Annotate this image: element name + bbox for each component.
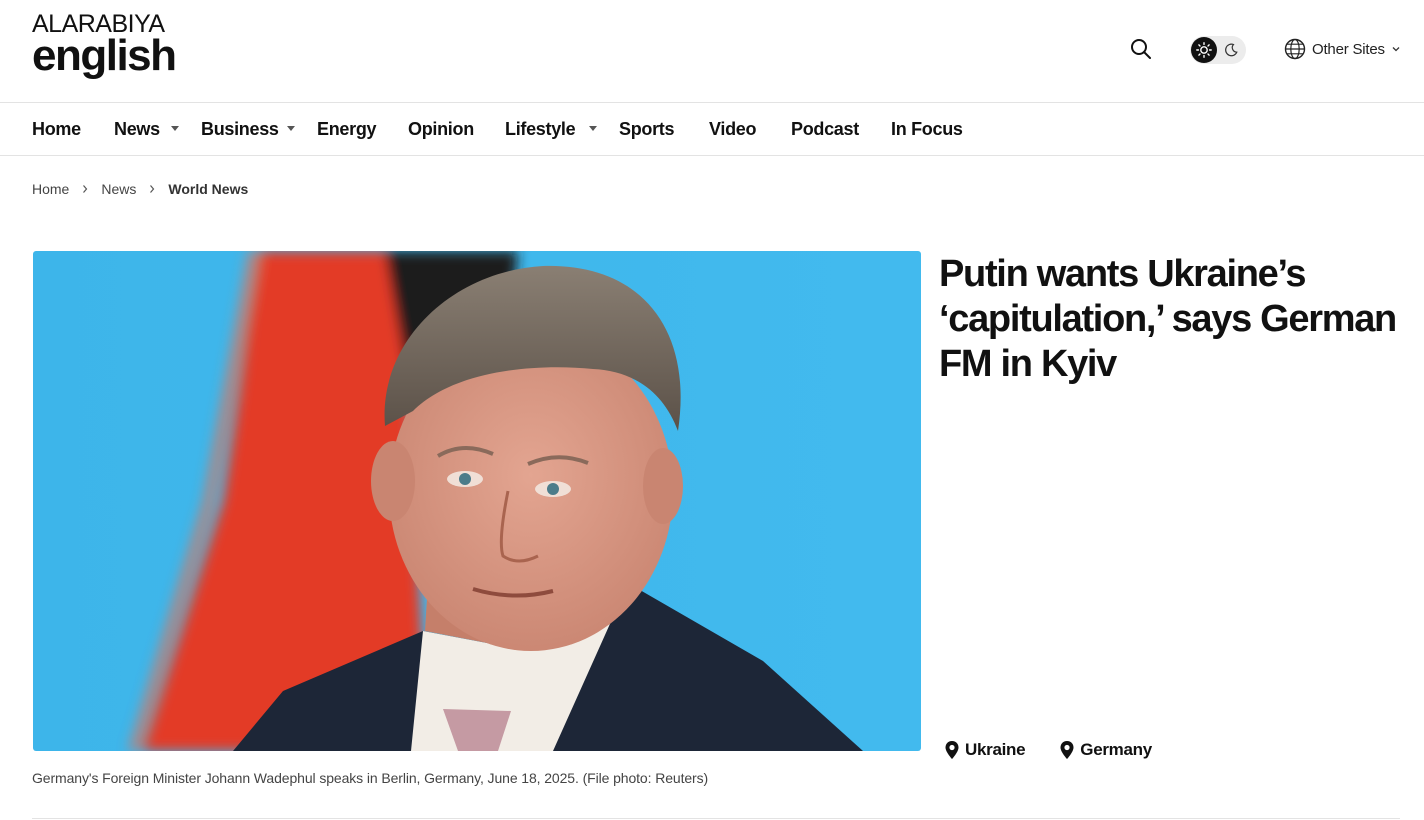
- lifestyle-dropdown-caret-icon[interactable]: [589, 126, 597, 131]
- location-pin-icon: [1059, 740, 1075, 760]
- nav-item-lifestyle[interactable]: Lifestyle: [505, 103, 576, 155]
- site-header: ALARABIYA english Other Sites: [0, 0, 1424, 103]
- breadcrumb-world-news[interactable]: World News: [168, 181, 248, 197]
- tag-germany[interactable]: Germany: [1059, 740, 1152, 760]
- other-sites-label: Other Sites: [1312, 40, 1385, 58]
- section-divider: [32, 818, 1400, 819]
- location-pin-icon: [944, 740, 960, 760]
- site-logo[interactable]: ALARABIYA english: [32, 12, 177, 80]
- nav-item-news[interactable]: News: [114, 103, 160, 155]
- logo-bottom-text: english: [32, 31, 177, 80]
- chevron-right-icon: [148, 184, 156, 194]
- nav-item-podcast[interactable]: Podcast: [791, 103, 859, 155]
- breadcrumb-news[interactable]: News: [101, 181, 136, 197]
- nav-item-opinion[interactable]: Opinion: [408, 103, 474, 155]
- chevron-right-icon: [81, 184, 89, 194]
- nav-item-home[interactable]: Home: [32, 103, 81, 155]
- business-dropdown-caret-icon[interactable]: [287, 126, 295, 131]
- nav-item-business[interactable]: Business: [201, 103, 279, 155]
- breadcrumb: Home News World News: [32, 179, 248, 199]
- tag-ukraine[interactable]: Ukraine: [944, 740, 1026, 760]
- tag-label: Germany: [1080, 740, 1152, 759]
- nav-item-energy[interactable]: Energy: [317, 103, 377, 155]
- moon-icon: [1221, 40, 1241, 60]
- news-dropdown-caret-icon[interactable]: [171, 126, 179, 131]
- image-caption: Germany's Foreign Minister Johann Wadeph…: [32, 770, 709, 786]
- main-nav: Home News Business Energy Opinion Lifest…: [0, 103, 1424, 156]
- search-icon[interactable]: [1129, 37, 1153, 61]
- breadcrumb-home[interactable]: Home: [32, 181, 69, 197]
- tag-label: Ukraine: [965, 740, 1026, 759]
- other-sites-dropdown[interactable]: Other Sites: [1284, 37, 1401, 61]
- article-hero-image: [33, 251, 921, 751]
- chevron-down-icon: [1391, 44, 1401, 54]
- article-headline: Putin wants Ukraine’s ‘capitulation,’ sa…: [939, 253, 1397, 385]
- nav-item-video[interactable]: Video: [709, 103, 756, 155]
- globe-icon: [1284, 38, 1306, 60]
- nav-item-in-focus[interactable]: In Focus: [891, 103, 963, 155]
- theme-toggle[interactable]: [1190, 36, 1246, 64]
- location-tags: Ukraine Germany: [944, 738, 1186, 762]
- nav-item-sports[interactable]: Sports: [619, 103, 675, 155]
- sun-icon: [1191, 37, 1217, 63]
